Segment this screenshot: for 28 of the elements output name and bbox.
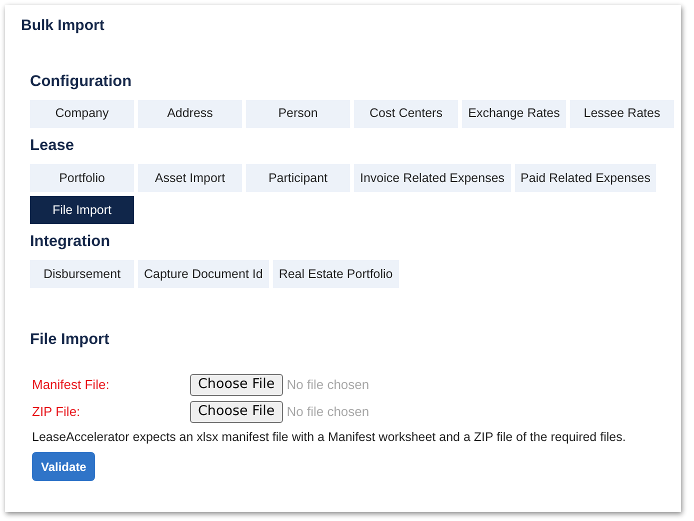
- tab[interactable]: Disbursement: [30, 260, 134, 288]
- tab[interactable]: Lessee Rates: [570, 100, 674, 128]
- section-heading: Integration: [30, 232, 112, 252]
- field-label: ZIP File:: [31, 403, 82, 422]
- file-status: No file chosen: [286, 376, 370, 394]
- tab[interactable]: Exchange Rates: [462, 100, 566, 128]
- tab[interactable]: Person: [246, 100, 350, 128]
- tab[interactable]: Real Estate Portfolio: [272, 260, 399, 288]
- choose-file-button[interactable]: Choose File: [190, 374, 283, 396]
- choose-file-button[interactable]: Choose File: [190, 401, 283, 423]
- tab[interactable]: Address: [138, 100, 242, 128]
- field-label: Manifest File:: [31, 376, 110, 394]
- help-text: LeaseAccelerator expects an xlsx manifest file with a Manifest worksheet and a ZIP file of the required files.: [31, 428, 627, 446]
- file-status: No file chosen: [286, 403, 370, 422]
- section-heading: Configuration: [30, 72, 133, 92]
- tab[interactable]: Participant: [246, 164, 350, 192]
- tab[interactable]: Capture Document Id: [138, 260, 269, 288]
- tab[interactable]: Paid Related Expenses: [514, 164, 656, 192]
- tab[interactable]: Cost Centers: [354, 100, 458, 128]
- tab[interactable]: Company: [30, 100, 134, 128]
- tab[interactable]: Portfolio: [30, 164, 134, 192]
- tab[interactable]: File Import: [30, 196, 134, 224]
- tab[interactable]: Invoice Related Expenses: [354, 164, 511, 192]
- page-title: Bulk Import: [21, 16, 106, 36]
- tab[interactable]: Asset Import: [138, 164, 242, 192]
- form-heading: File Import: [30, 330, 110, 350]
- section-heading: Lease: [30, 136, 75, 156]
- validate-button[interactable]: Validate: [32, 452, 96, 482]
